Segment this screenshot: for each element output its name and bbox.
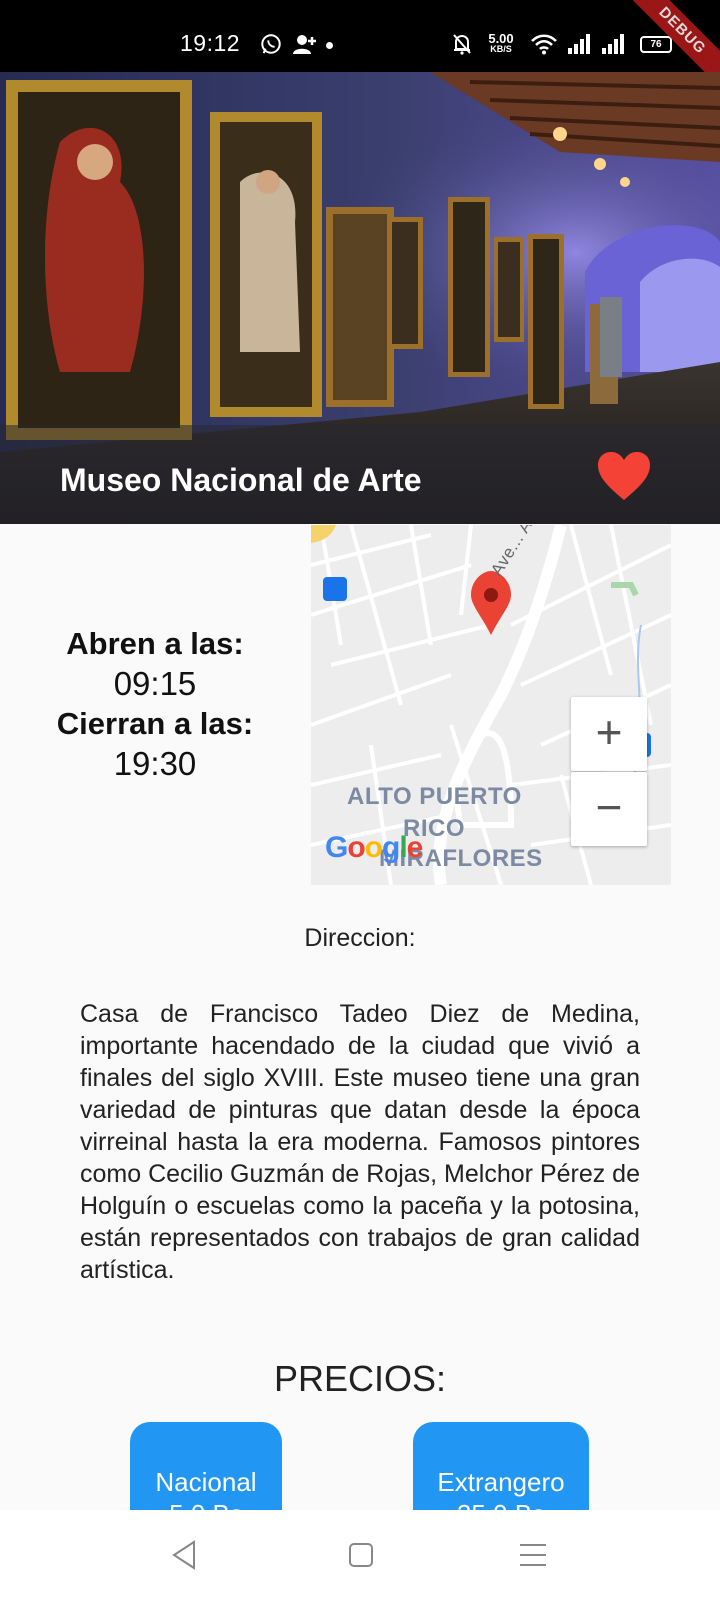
open-label: Abren a las:: [66, 626, 244, 661]
status-time: 19:12: [180, 30, 241, 56]
status-bar: 19:12 5.00 KB/S 76 DEBUG: [0, 0, 720, 97]
close-label: Cierran a las:: [56, 706, 254, 741]
address-label: Direccion:: [304, 924, 416, 952]
bus-stop-icon: [323, 577, 347, 601]
whatsapp-icon: [261, 34, 281, 54]
zoom-out-button[interactable]: −: [571, 772, 647, 846]
signal-icon: [568, 34, 590, 54]
menu-lines-icon[interactable]: [516, 1538, 550, 1572]
notification-dot: [326, 42, 333, 49]
museum-title: Museo Nacional de Arte: [60, 462, 422, 498]
close-time: 19:30: [113, 745, 197, 782]
prices-title: PRECIOS:: [273, 1358, 447, 1399]
zoom-in-button[interactable]: +: [571, 697, 647, 771]
home-square-icon[interactable]: [344, 1538, 378, 1572]
hero-image: Museo Nacional de Arte: [0, 72, 720, 524]
map-area-label: ALTO PUERTO: [347, 783, 522, 810]
back-triangle-icon[interactable]: [168, 1538, 202, 1572]
system-nav-bar: [0, 1510, 720, 1600]
national-price-label: Nacional: [155, 1467, 257, 1497]
bell-off-icon: [453, 34, 471, 55]
person-add-icon: [293, 35, 316, 54]
google-logo: Google: [325, 831, 423, 864]
network-speed: 5.00 KB/S: [484, 32, 518, 54]
location-map[interactable]: Ave... Americas ALTO PUERTO RICO MIRAFLO…: [311, 525, 671, 885]
wifi-icon: [531, 34, 557, 55]
foreign-price-label: Extrangero: [437, 1467, 565, 1497]
opening-hours: Abren a las: 09:15 Cierran a las: 19:30: [30, 624, 280, 784]
open-time: 09:15: [113, 665, 197, 702]
signal-icon: [602, 34, 624, 54]
network-speed-unit: KB/S: [490, 44, 512, 54]
museum-description: Casa de Francisco Tadeo Diez de Medina, …: [80, 1000, 640, 1284]
battery-icon: 76: [640, 36, 672, 53]
favorite-heart-icon[interactable]: [596, 450, 652, 502]
